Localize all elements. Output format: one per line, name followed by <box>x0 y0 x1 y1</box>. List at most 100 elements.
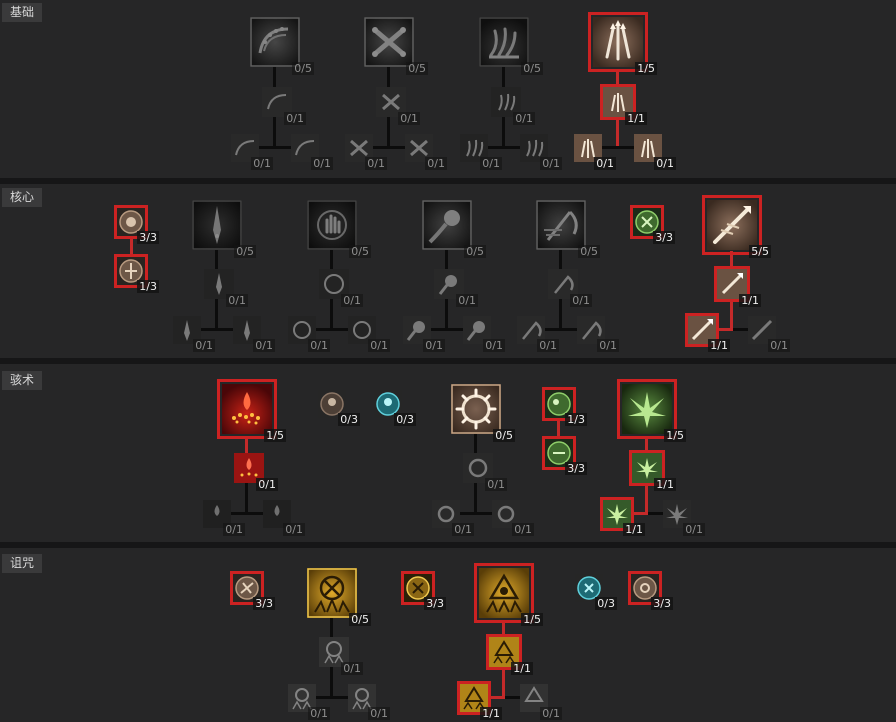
skill-iron-maiden[interactable]: 0/5 <box>307 568 371 626</box>
skill-option-blight-b[interactable]: 0/1 <box>463 316 505 352</box>
skill-passive-curse-2[interactable]: 3/3 <box>401 571 446 610</box>
skill-option-blood-lance-b[interactable]: 0/1 <box>233 316 275 352</box>
skill-option-blight-a[interactable]: 0/1 <box>403 316 445 352</box>
connector <box>502 115 505 148</box>
skill-upgrade-blood-lance[interactable]: 0/1 <box>204 269 248 307</box>
skill-option-bone-splinters-b[interactable]: 0/1 <box>634 134 676 170</box>
skill-sever[interactable]: 0/5 <box>536 200 600 258</box>
skill-upgrade-bone-splinters[interactable]: 1/1 <box>600 84 647 125</box>
rank-counter: 0/1 <box>223 523 245 536</box>
skill-upgrade-corpse-tendrils[interactable]: 1/1 <box>629 450 676 491</box>
skill-option-decrepify-b[interactable]: 0/1 <box>520 684 562 720</box>
skill-passive-skill-4[interactable]: 3/3 <box>542 436 587 475</box>
skill-option-corpse-explosion-b[interactable]: 0/1 <box>263 500 305 536</box>
skill-corpse-tendrils[interactable]: 1/5 <box>617 379 686 442</box>
crossed-bones-icon <box>364 17 414 67</box>
skill-upgrade-reap[interactable]: 0/1 <box>376 87 420 125</box>
skill-option-corpse-tendrils-b[interactable]: 0/1 <box>663 500 705 536</box>
skill-option-bone-prison-b[interactable]: 0/1 <box>492 500 534 536</box>
rank-counter: 0/1 <box>251 157 273 170</box>
skill-upgrade-sever[interactable]: 0/1 <box>548 269 592 307</box>
rank-counter: 0/1 <box>341 662 363 675</box>
skill-decompose[interactable]: 0/5 <box>479 17 543 75</box>
skill-passive-core-2[interactable]: 1/3 <box>114 254 159 293</box>
skill-upgrade-bone-prison[interactable]: 0/1 <box>463 453 507 491</box>
skill-upgrade-decompose[interactable]: 0/1 <box>491 87 535 125</box>
skill-option-hemorrhage-b[interactable]: 0/1 <box>291 134 333 170</box>
skill-reap[interactable]: 0/5 <box>364 17 428 75</box>
skill-passive-curse-4[interactable]: 3/3 <box>628 571 673 610</box>
rank-counter: 0/1 <box>654 157 676 170</box>
rank-counter: 1/1 <box>625 112 647 125</box>
skill-option-sever-a[interactable]: 0/1 <box>517 316 559 352</box>
skill-option-blood-surge-b[interactable]: 0/1 <box>348 316 390 352</box>
connector <box>245 481 248 514</box>
connector-active <box>130 236 133 256</box>
skill-option-bone-spear-a[interactable]: 1/1 <box>685 313 730 352</box>
skill-decrepify[interactable]: 1/5 <box>474 563 543 626</box>
rank-counter: 1/5 <box>635 62 657 75</box>
skill-passive-skill-3[interactable]: 1/3 <box>542 387 587 426</box>
skill-option-bone-spear-b[interactable]: 0/1 <box>748 316 790 352</box>
skill-option-decompose-a[interactable]: 0/1 <box>460 134 502 170</box>
skill-option-bone-splinters-a[interactable]: 0/1 <box>574 134 616 170</box>
rank-counter: 0/5 <box>464 245 486 258</box>
skill-option-blood-lance-a[interactable]: 0/1 <box>173 316 215 352</box>
connector <box>330 618 333 637</box>
skill-corpse-explosion[interactable]: 1/5 <box>217 379 286 442</box>
blood-claw-icon <box>479 17 529 67</box>
skill-blood-surge[interactable]: 0/5 <box>307 200 371 258</box>
skill-upgrade-corpse-explosion[interactable]: 0/1 <box>234 453 278 491</box>
connector-active <box>730 251 733 269</box>
skill-passive-curse-3[interactable]: 0/3 <box>575 574 617 610</box>
skill-option-decrepify-a[interactable]: 1/1 <box>457 681 502 720</box>
skill-bone-prison[interactable]: 0/5 <box>451 384 515 442</box>
skill-passive-core-1[interactable]: 3/3 <box>114 205 159 244</box>
skill-upgrade-hemorrhage[interactable]: 0/1 <box>262 87 306 125</box>
skill-option-corpse-explosion-a[interactable]: 0/1 <box>203 500 245 536</box>
skill-option-corpse-tendrils-a[interactable]: 1/1 <box>600 497 645 536</box>
scythe-icon <box>536 200 586 250</box>
skill-upgrade-iron-maiden[interactable]: 0/1 <box>319 637 363 675</box>
rank-counter: 0/1 <box>513 112 535 125</box>
skill-bone-splinters[interactable]: 1/5 <box>588 12 657 75</box>
skill-option-sever-b[interactable]: 0/1 <box>577 316 619 352</box>
skill-option-hemorrhage-a[interactable]: 0/1 <box>231 134 273 170</box>
rank-counter: 0/1 <box>368 707 390 720</box>
skill-blight[interactable]: 0/5 <box>422 200 486 258</box>
skill-option-reap-a[interactable]: 0/1 <box>345 134 387 170</box>
skill-bone-spear[interactable]: 5/5 <box>702 195 771 258</box>
skill-passive-curse-1[interactable]: 3/3 <box>230 571 275 610</box>
skill-option-decompose-b[interactable]: 0/1 <box>520 134 562 170</box>
rank-counter: 1/1 <box>480 707 502 720</box>
skill-upgrade-bone-spear[interactable]: 1/1 <box>714 266 761 307</box>
rank-counter: 0/1 <box>768 339 790 352</box>
bone-spikes-icon <box>593 17 643 67</box>
skill-passive-skill-1[interactable]: 0/3 <box>318 390 360 426</box>
skill-option-iron-maiden-b[interactable]: 0/1 <box>348 684 390 720</box>
connector <box>559 297 562 330</box>
section-label-curse: 诅咒 <box>2 554 43 573</box>
skill-hemorrhage[interactable]: 0/5 <box>250 17 314 75</box>
skill-passive-skill-2[interactable]: 0/3 <box>374 390 416 426</box>
green-spikes-icon <box>622 384 672 434</box>
skill-upgrade-blood-surge[interactable]: 0/1 <box>319 269 363 307</box>
skill-upgrade-blight[interactable]: 0/1 <box>434 269 478 307</box>
rank-counter: 0/3 <box>595 597 617 610</box>
rank-counter: 0/1 <box>425 157 447 170</box>
shadow-orb-icon <box>422 200 472 250</box>
rank-counter: 1/5 <box>521 613 543 626</box>
skill-option-bone-prison-a[interactable]: 0/1 <box>432 500 474 536</box>
skill-option-reap-b[interactable]: 0/1 <box>405 134 447 170</box>
rank-counter: 0/5 <box>493 429 515 442</box>
rank-counter: 0/1 <box>308 339 330 352</box>
skill-upgrade-decrepify[interactable]: 1/1 <box>486 634 533 675</box>
skill-option-iron-maiden-a[interactable]: 0/1 <box>288 684 330 720</box>
rank-counter: 0/5 <box>521 62 543 75</box>
bone-spear-icon <box>707 200 757 250</box>
rank-counter: 0/1 <box>570 294 592 307</box>
skill-blood-lance[interactable]: 0/5 <box>192 200 256 258</box>
rank-counter: 0/1 <box>537 339 559 352</box>
skill-option-blood-surge-a[interactable]: 0/1 <box>288 316 330 352</box>
skill-passive-core-3[interactable]: 3/3 <box>630 205 675 244</box>
